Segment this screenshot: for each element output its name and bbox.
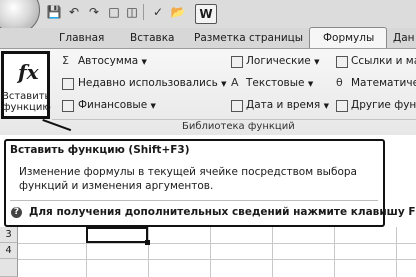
more-functions-button[interactable]: Другие функ	[351, 97, 416, 113]
tab-data[interactable]: Дан	[393, 30, 415, 46]
gridline	[210, 227, 211, 277]
tooltip-title: Вставить функцию (Shift+F3)	[10, 144, 190, 156]
tooltip-description-2: функций и изменения аргументов.	[19, 180, 214, 192]
tab-page-layout[interactable]: Разметка страницы	[194, 30, 303, 46]
lookup-reference-button[interactable]: Ссылки и ма	[351, 53, 416, 69]
autosum-icon: Σ	[62, 54, 69, 67]
gridline	[396, 227, 397, 277]
text-functions-icon: A	[231, 76, 239, 89]
text-functions-button[interactable]: Текстовые ▼	[246, 75, 313, 91]
gridline	[272, 227, 273, 277]
logical-button[interactable]: Логические ▼	[246, 53, 319, 69]
function-icon: fx	[18, 60, 39, 84]
row-header[interactable]: 4	[0, 243, 18, 259]
save-icon[interactable]: 💾	[46, 4, 62, 20]
gridline	[148, 227, 149, 277]
tab-insert[interactable]: Вставка	[130, 30, 175, 46]
group-divider	[52, 119, 416, 120]
tooltip-description: Изменение формулы в текущей ячейке посре…	[19, 166, 357, 178]
new-document-icon[interactable]: □	[106, 4, 122, 20]
spelling-icon[interactable]: ✓	[150, 4, 166, 20]
gridline	[334, 227, 335, 277]
active-cell[interactable]	[86, 227, 148, 243]
tooltip-help-text: Для получения дополнительных сведений на…	[29, 206, 416, 218]
math-trig-button[interactable]: Математиче	[351, 75, 416, 91]
help-icon: ?	[11, 207, 22, 218]
tooltip-separator	[10, 200, 378, 201]
recent-functions-icon	[62, 78, 74, 90]
insert-function-label-2: функцию	[2, 102, 51, 113]
gridline	[18, 243, 416, 244]
tab-formulas[interactable]: Формулы	[323, 30, 374, 46]
math-trig-icon: θ	[336, 76, 343, 89]
print-preview-icon[interactable]: ◫	[124, 4, 140, 20]
undo-icon[interactable]: ↶	[66, 4, 82, 20]
fill-handle[interactable]	[145, 240, 150, 245]
financial-icon	[62, 100, 74, 112]
open-folder-icon[interactable]: 📂	[170, 4, 186, 20]
autosum-button[interactable]: Автосумма ▼	[78, 53, 147, 69]
financial-button[interactable]: Финансовые ▼	[78, 97, 156, 113]
recent-functions-button[interactable]: Недавно использовались ▼	[78, 75, 227, 91]
logical-icon	[231, 56, 243, 68]
quick-access-separator	[143, 4, 144, 20]
row-header[interactable]: 3	[0, 227, 18, 243]
redo-icon[interactable]: ↷	[86, 4, 102, 20]
date-time-icon	[231, 100, 243, 112]
more-functions-icon	[336, 100, 348, 112]
group-label-function-library: Библиотека функций	[182, 121, 295, 132]
gridline	[18, 259, 416, 260]
worksheet-grid[interactable]	[0, 227, 416, 277]
window-button[interactable]: W	[195, 4, 217, 24]
insert-function-label: Вставить	[2, 91, 51, 102]
lookup-reference-icon	[336, 56, 348, 68]
date-time-button[interactable]: Дата и время ▼	[246, 97, 329, 113]
row-header[interactable]	[0, 259, 18, 277]
tab-home[interactable]: Главная	[59, 30, 104, 46]
